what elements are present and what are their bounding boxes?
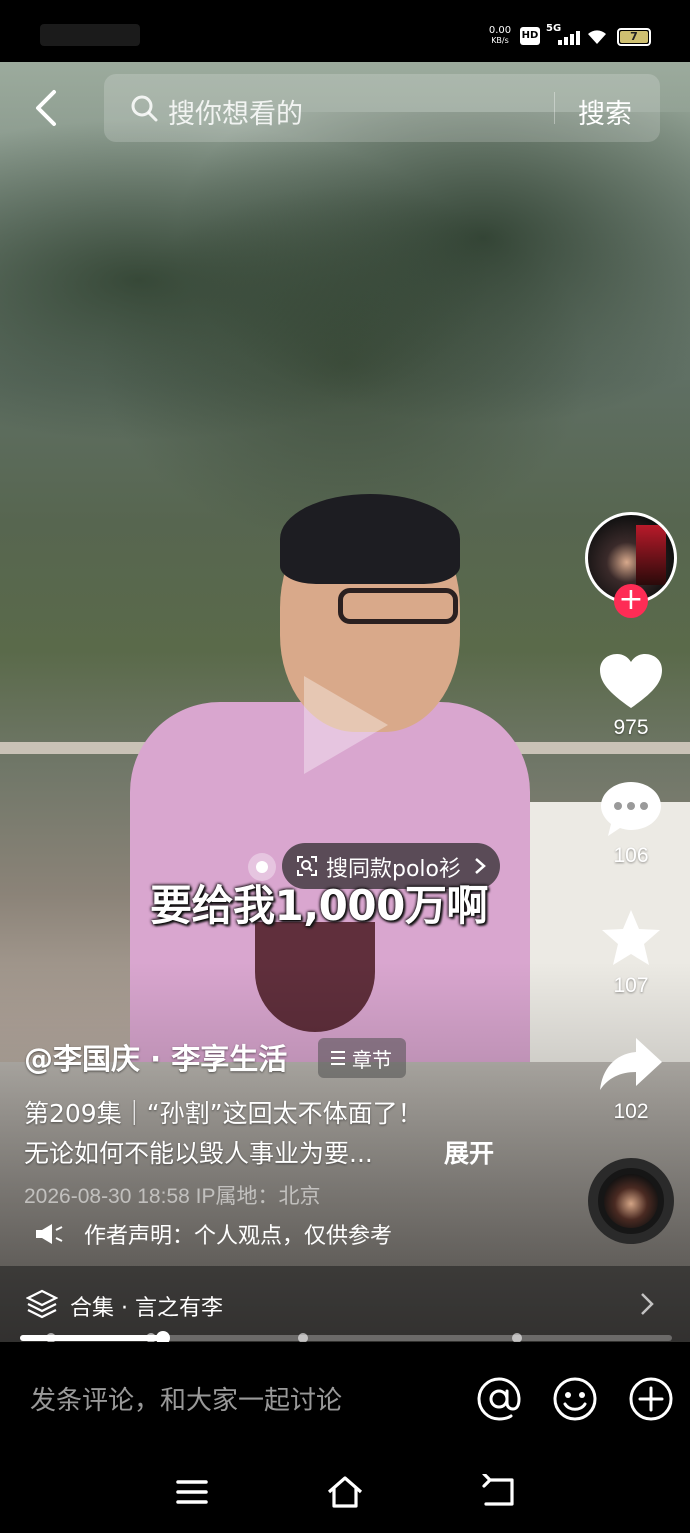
battery-level: 7 (620, 31, 648, 43)
megaphone-icon (36, 1224, 63, 1244)
description-line-1: 第209集｜“孙割”这回太不体面了！ (24, 1099, 423, 1128)
list-icon (331, 1051, 345, 1065)
status-bar: 0.00 KB/s HD 5G 7 (0, 0, 690, 62)
search-button[interactable]: 搜索 (578, 92, 632, 131)
author-statement-text: 作者声明：个人观点，仅供参考 (84, 1224, 393, 1249)
video-subtitle: 要给我1,000万啊 (150, 881, 488, 930)
status-left-info (40, 24, 140, 46)
expand-button[interactable]: 展开 (444, 1134, 494, 1170)
post-meta: 2026-08-30 18:58 IP属地：北京 (24, 1185, 321, 1208)
follow-button[interactable]: + (614, 584, 648, 618)
favorite-count: 107 (613, 974, 649, 997)
wifi-icon (588, 30, 606, 44)
progress-fill (20, 1335, 163, 1341)
back-icon[interactable] (28, 88, 68, 128)
author-name[interactable]: @李国庆 · 李享生活 (24, 1036, 287, 1080)
network-rate-value: 0.00 (488, 25, 512, 36)
home-icon[interactable] (325, 1474, 365, 1510)
network-rate: 0.00 KB/s (486, 26, 514, 46)
search-icon (131, 95, 158, 122)
chapter-label: 章节 (352, 1048, 392, 1072)
network-type: 5G (546, 23, 562, 34)
cellular-signal-icon: 5G (546, 23, 580, 45)
layers-icon (26, 1289, 58, 1319)
search-input[interactable]: 搜你想看的 (168, 92, 303, 131)
comment-count: 106 (613, 844, 649, 867)
play-icon[interactable] (296, 670, 394, 780)
network-rate-unit: KB/s (491, 36, 509, 45)
collection-label: 合集 · 言之有李 (70, 1296, 223, 1321)
like-count: 975 (613, 716, 649, 739)
system-navigation-bar (0, 1454, 690, 1533)
comment-input[interactable]: 发条评论，和大家一起讨论 (30, 1380, 342, 1417)
comment-bar: 发条评论，和大家一起讨论 (0, 1342, 690, 1454)
emoji-icon[interactable] (552, 1376, 598, 1422)
favorite-star-icon[interactable] (598, 908, 664, 968)
back-nav-icon[interactable] (478, 1474, 518, 1510)
video-progress-bar[interactable] (20, 1331, 672, 1345)
chevron-right-icon (641, 1293, 654, 1315)
video-background-trees (0, 112, 690, 532)
search-divider (554, 92, 555, 124)
chapter-button[interactable]: 章节 (318, 1038, 406, 1078)
menu-icon[interactable] (172, 1474, 212, 1510)
like-icon[interactable] (598, 652, 664, 712)
music-disc[interactable] (588, 1158, 674, 1244)
hd-badge: HD (520, 27, 540, 45)
add-icon[interactable] (628, 1376, 674, 1422)
description-line-2: 无论如何不能以毁人事业为要... (24, 1139, 373, 1168)
collection-bar[interactable]: 合集 · 言之有李 (0, 1266, 690, 1342)
search-bar[interactable]: 搜你想看的 搜索 (104, 74, 660, 142)
mention-icon[interactable] (476, 1376, 522, 1422)
share-arrow-icon[interactable] (598, 1034, 664, 1094)
battery-icon: 7 (617, 28, 651, 46)
comment-icon[interactable] (598, 778, 664, 838)
